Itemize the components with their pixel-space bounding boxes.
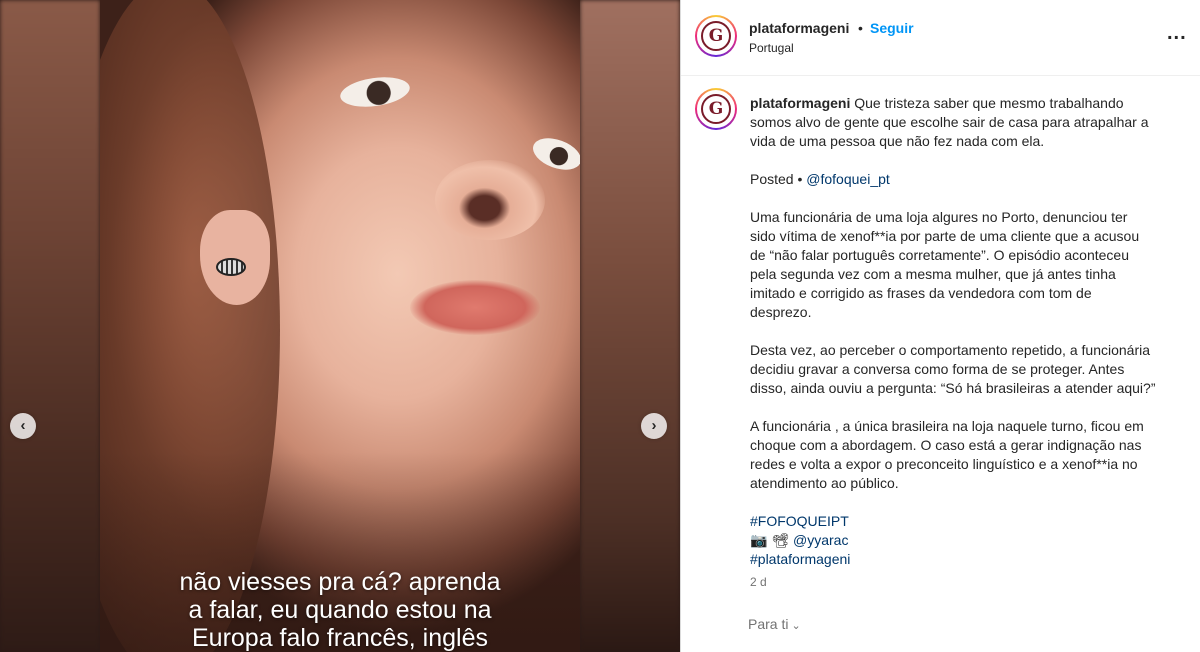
caption-line: desprezo. bbox=[750, 304, 812, 320]
chevron-right-icon: › bbox=[651, 417, 657, 434]
photo-eye-right bbox=[528, 132, 580, 176]
caption-line: decidiu gravar a conversa como forma de … bbox=[750, 361, 1125, 377]
caption-line: somos alvo de gente que escolhe sair de … bbox=[750, 114, 1149, 130]
caption-line: de “não falar português corretamente”. O… bbox=[750, 247, 1130, 263]
photo-eye-left bbox=[338, 73, 412, 111]
previous-slide-button[interactable]: ‹ bbox=[10, 413, 36, 439]
post-caption-area: G plataformageni Que tristeza saber que … bbox=[681, 76, 1200, 652]
post-header: G plataformageni • Seguir Portugal ... bbox=[681, 0, 1200, 76]
posted-label: Posted • bbox=[750, 171, 803, 187]
video-subtitle-line: a falar, eu quando estou na bbox=[188, 596, 492, 624]
caption-tags: #FOFOQUEIPT 📷 📽 @yyarac #plataformageni bbox=[750, 512, 1190, 569]
chevron-left-icon: ‹ bbox=[20, 417, 26, 434]
video-subtitle-line: não viesses pra cá? aprenda bbox=[179, 568, 501, 596]
username-link[interactable]: plataformageni bbox=[749, 20, 849, 36]
caption-line: imitado e corrigido as frases da vendedo… bbox=[750, 285, 1092, 301]
camera-icon: 📷 📽 bbox=[750, 532, 790, 548]
see-translation-button[interactable]: Para ti ⌄ bbox=[748, 616, 801, 632]
caption-intro: plataformageni Que tristeza saber que me… bbox=[750, 94, 1190, 151]
caption-line: atendimento ao público. bbox=[750, 475, 899, 491]
chevron-down-icon: ⌄ bbox=[791, 620, 801, 632]
media-blur-right bbox=[580, 0, 680, 652]
separator-dot: • bbox=[858, 20, 863, 36]
caption-paragraph-2: Desta vez, ao perceber o comportamento r… bbox=[750, 341, 1190, 398]
post-media: não viesses pra cá? aprenda a falar, eu … bbox=[0, 0, 680, 652]
credit-line: 📷 📽 @yyarac bbox=[750, 531, 1190, 550]
caption-line: plataformageni Que tristeza saber que me… bbox=[750, 94, 1190, 113]
avatar-logo: G bbox=[701, 94, 731, 124]
caption-text: plataformageni Que tristeza saber que me… bbox=[750, 94, 1190, 592]
caption-paragraph-1: Uma funcionária de uma loja algures no P… bbox=[750, 208, 1190, 322]
caption-line: vida de uma pessoa que não fez nada com … bbox=[750, 133, 1045, 149]
location-link[interactable]: Portugal bbox=[749, 41, 794, 55]
video-subtitle: não viesses pra cá? aprenda a falar, eu … bbox=[100, 568, 580, 652]
photo-lips bbox=[410, 280, 540, 335]
caption-line: pela segunda vez com a mesma mulher, que… bbox=[750, 266, 1116, 282]
caption-avatar[interactable]: G bbox=[695, 88, 737, 130]
photo-earring bbox=[216, 258, 246, 276]
follow-button[interactable]: Seguir bbox=[870, 20, 914, 36]
avatar-inner: G bbox=[697, 90, 735, 128]
hashtag-link[interactable]: #FOFOQUEIPT bbox=[750, 512, 1190, 531]
avatar[interactable]: G bbox=[695, 15, 737, 57]
caption-line: Uma funcionária de uma loja algures no P… bbox=[750, 209, 1128, 225]
media-blur-left bbox=[0, 0, 100, 652]
hashtag-link[interactable]: #plataformageni bbox=[750, 550, 1190, 569]
caption-line-text: Que tristeza saber que mesmo trabalhando bbox=[854, 95, 1124, 111]
caption-line: Desta vez, ao perceber o comportamento r… bbox=[750, 342, 1151, 358]
caption-line: choque com a abordagem. O caso está a ge… bbox=[750, 437, 1142, 453]
caption-line: redes e volta a expor o preconceito ling… bbox=[750, 456, 1138, 472]
posted-credit: Posted • @fofoquei_pt bbox=[750, 170, 1190, 189]
mention-link[interactable]: @fofoquei_pt bbox=[806, 171, 890, 187]
post-side-panel: G plataformageni • Seguir Portugal ... G… bbox=[680, 0, 1200, 652]
photo-nose bbox=[435, 160, 545, 240]
avatar-inner: G bbox=[697, 17, 735, 55]
post-photo: não viesses pra cá? aprenda a falar, eu … bbox=[100, 0, 580, 652]
avatar-logo: G bbox=[701, 21, 731, 51]
post-timestamp[interactable]: 2 d bbox=[750, 573, 1190, 592]
video-subtitle-line: Europa falo francês, inglês bbox=[191, 624, 488, 652]
more-options-icon[interactable]: ... bbox=[1167, 22, 1187, 45]
caption-line: sido vítima de xenof**ia por parte de um… bbox=[750, 228, 1140, 244]
caption-username[interactable]: plataformageni bbox=[750, 95, 850, 111]
caption-paragraph-3: A funcionária , a única brasileira na lo… bbox=[750, 417, 1190, 493]
mention-link[interactable]: @yyarac bbox=[793, 532, 848, 548]
see-translation-label: Para ti bbox=[748, 616, 789, 632]
caption-line: disso, ainda ouviu a pergunta: “Só há br… bbox=[750, 380, 1156, 396]
next-slide-button[interactable]: › bbox=[641, 413, 667, 439]
caption-line: A funcionária , a única brasileira na lo… bbox=[750, 418, 1144, 434]
